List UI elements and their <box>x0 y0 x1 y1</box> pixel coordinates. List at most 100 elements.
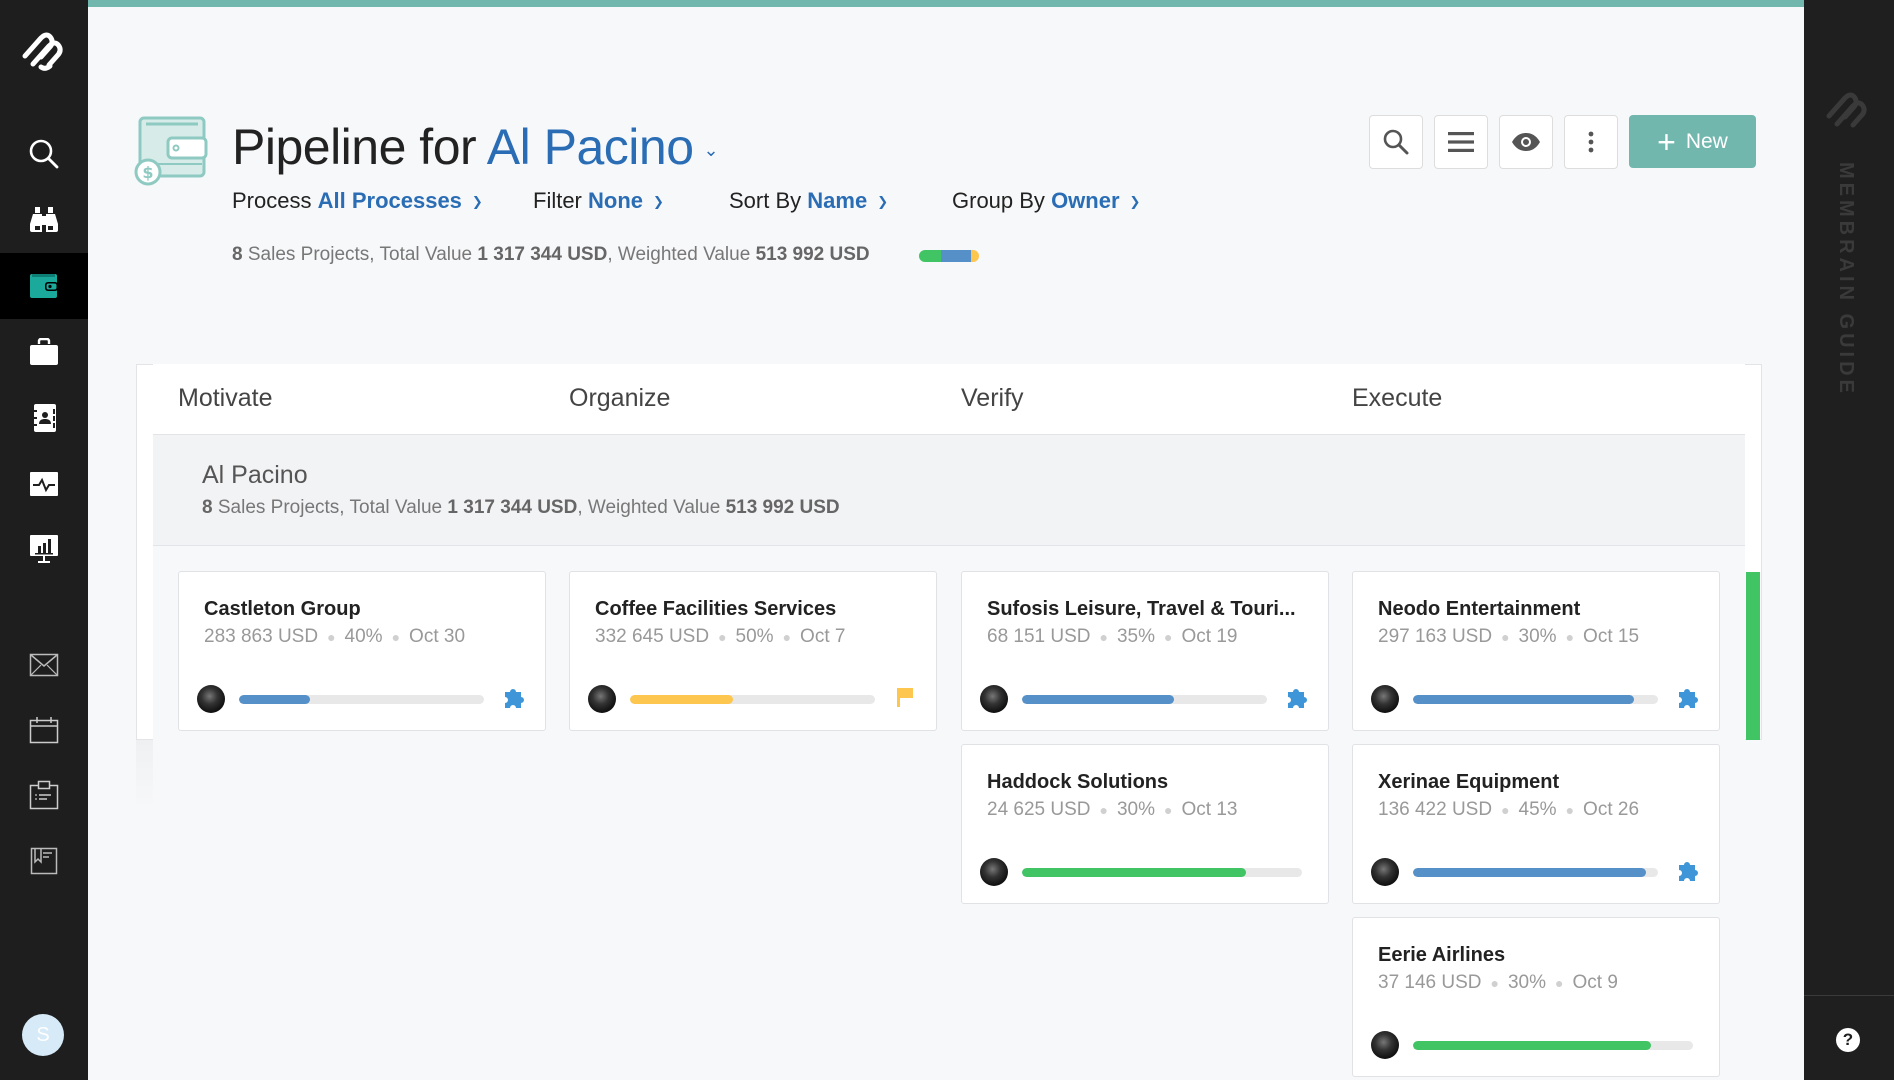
deal-card[interactable]: Sufosis Leisure, Travel & Touri... 68 15… <box>961 571 1329 731</box>
deal-card[interactable]: Xerinae Equipment 136 422 USD ● 45% ● Oct 26 <box>1352 744 1720 904</box>
sidebar-item-reports[interactable] <box>0 516 88 582</box>
deal-value: 37 146 USD <box>1378 972 1482 993</box>
deal-card[interactable]: Eerie Airlines 37 146 USD ● 30% ● Oct 9 <box>1352 917 1720 1077</box>
sidebar-item-tasks[interactable] <box>0 762 88 828</box>
puzzle-icon[interactable] <box>1287 686 1309 713</box>
sidebar-item-search[interactable] <box>0 121 88 187</box>
plus-icon: + <box>1657 123 1676 160</box>
more-options-button[interactable] <box>1564 115 1618 169</box>
sidebar-item-notes[interactable] <box>0 828 88 894</box>
deal-name: Haddock Solutions <box>987 771 1169 793</box>
owner-avatar <box>197 685 225 713</box>
briefcase-icon <box>30 338 58 365</box>
wallet-icon <box>30 274 58 298</box>
deal-card[interactable]: Castleton Group 283 863 USD ● 40% ● Oct 30 <box>178 571 546 731</box>
membrain-guide-toggle[interactable]: MEMBRAIN GUIDE <box>1834 162 1857 397</box>
chart-monitor-icon <box>30 535 58 563</box>
view-options-button[interactable] <box>1499 115 1553 169</box>
sidebar-item-calendar[interactable] <box>0 697 88 763</box>
deal-progress-track <box>1022 695 1267 704</box>
user-avatar[interactable]: S <box>22 1014 64 1056</box>
deal-name: Coffee Facilities Services <box>595 598 837 620</box>
search-icon <box>1383 129 1409 155</box>
deal-name: Xerinae Equipment <box>1378 771 1560 793</box>
membrain-logo-icon <box>1822 86 1874 137</box>
sort-selector[interactable]: Sort By Name ❯ <box>729 188 888 214</box>
membrain-logo[interactable] <box>0 14 88 84</box>
column-verify: Verify <box>961 384 1024 412</box>
group-summary: 8 Sales Projects, Total Value 1 317 344 … <box>202 497 840 518</box>
deal-value: 283 863 USD <box>204 626 319 647</box>
owner-avatar <box>588 685 616 713</box>
owner-avatar <box>1371 1031 1399 1059</box>
deal-probability: 30% <box>1518 626 1557 647</box>
pipeline-summary: 8 Sales Projects, Total Value 1 317 344 … <box>232 244 870 265</box>
deal-date: Oct 19 <box>1181 626 1238 647</box>
guide-panel: MEMBRAIN GUIDE ? <box>1804 0 1894 1080</box>
pipeline-wallet-icon: $ <box>134 114 208 191</box>
deal-progress-track <box>1022 868 1302 877</box>
deal-card[interactable]: Haddock Solutions 24 625 USD ● 30% ● Oct 13 <box>961 744 1329 904</box>
deal-meta: 283 863 USD ● 40% ● Oct 30 <box>204 626 466 647</box>
binoculars-icon <box>30 207 58 232</box>
deal-name: Castleton Group <box>204 598 361 620</box>
column-organize: Organize <box>569 384 671 412</box>
deal-probability: 40% <box>344 626 383 647</box>
list-icon <box>1448 132 1474 152</box>
summary-bar-segment <box>970 250 979 262</box>
deal-value: 68 151 USD <box>987 626 1091 647</box>
sidebar-item-contacts[interactable] <box>0 385 88 451</box>
svg-text:$: $ <box>142 163 153 182</box>
sidebar-item-projects[interactable] <box>0 319 88 385</box>
process-filter[interactable]: Process All Processes ❯ <box>232 188 483 214</box>
address-book-icon <box>32 404 56 432</box>
deal-progress-fill <box>1022 868 1246 877</box>
group-selector[interactable]: Group By Owner ❯ <box>952 188 1140 214</box>
deal-date: Oct 15 <box>1583 626 1640 647</box>
list-view-button[interactable] <box>1434 115 1488 169</box>
deal-value: 136 422 USD <box>1378 799 1493 820</box>
new-button[interactable]: + New <box>1629 115 1756 168</box>
sidebar-item-pipeline[interactable] <box>0 253 88 319</box>
deal-meta: 37 146 USD ● 30% ● Oct 9 <box>1378 972 1618 993</box>
deal-value: 24 625 USD <box>987 799 1091 820</box>
deal-progress-track <box>630 695 875 704</box>
filter-selector[interactable]: Filter None ❯ <box>533 188 664 214</box>
sidebar-item-activity[interactable] <box>0 451 88 517</box>
flag-icon[interactable] <box>895 686 915 713</box>
puzzle-icon[interactable] <box>1678 859 1700 886</box>
membrain-logo-icon <box>22 32 63 71</box>
deal-progress-fill <box>239 695 311 704</box>
deal-meta: 68 151 USD ● 35% ● Oct 19 <box>987 626 1238 647</box>
deal-progress-fill <box>1413 695 1634 704</box>
deal-card[interactable]: Coffee Facilities Services 332 645 USD ● 5… <box>569 571 937 731</box>
search-button[interactable] <box>1369 115 1423 169</box>
sidebar-item-prospects[interactable] <box>0 187 88 253</box>
bookmark-icon <box>30 847 58 875</box>
chevron-down-icon[interactable]: ⌄ <box>704 140 719 160</box>
search-icon <box>29 139 59 169</box>
board-scrollbar[interactable] <box>1746 572 1760 740</box>
puzzle-icon[interactable] <box>1678 686 1700 713</box>
column-header-row: Motivate Organize Verify Execute <box>153 364 1745 435</box>
deal-date: Oct 26 <box>1583 799 1640 820</box>
deal-progress-fill <box>630 695 733 704</box>
more-vertical-icon <box>1588 131 1594 153</box>
sidebar-item-email[interactable] <box>0 632 88 698</box>
calendar-icon <box>29 717 59 744</box>
deal-name: Sufosis Leisure, Travel & Touri... <box>987 598 1296 620</box>
deal-card[interactable]: Neodo Entertainment 297 163 USD ● 30% ● Oct … <box>1352 571 1720 731</box>
deal-date: Oct 30 <box>409 626 466 647</box>
deal-name: Eerie Airlines <box>1378 944 1506 966</box>
deal-meta: 332 645 USD ● 50% ● Oct 7 <box>595 626 846 647</box>
title-prefix: Pipeline for <box>232 119 477 175</box>
chevron-down-icon: ❯ <box>653 194 664 209</box>
owner-selector[interactable]: Al Pacino <box>487 119 694 175</box>
puzzle-icon[interactable] <box>504 686 526 713</box>
clipboard-icon <box>29 780 59 810</box>
deal-progress-track <box>239 695 484 704</box>
deal-progress-track <box>1413 695 1658 704</box>
deal-probability: 35% <box>1116 626 1156 647</box>
deal-progress-track <box>1413 868 1658 877</box>
help-icon[interactable]: ? <box>1836 1028 1860 1052</box>
